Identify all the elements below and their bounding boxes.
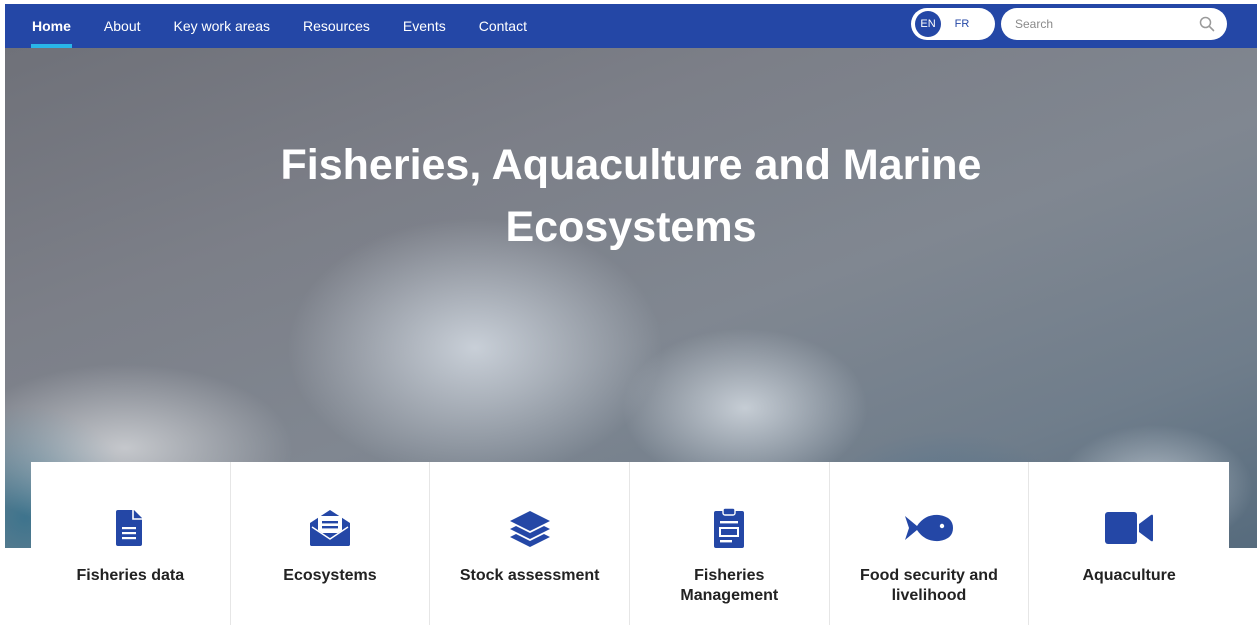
video-camera-icon [1105,506,1154,550]
language-option-en[interactable]: EN [915,11,941,37]
card-label: Aquaculture [1082,567,1176,584]
hero-title-line-1: Fisheries, Aquaculture and Marine [280,141,982,189]
card-fisheries-management[interactable]: Fisheries Management [630,462,830,625]
card-label: Ecosystems [283,567,377,584]
layers-icon [506,506,554,550]
nav-item-key-work-areas[interactable]: Key work areas [174,4,270,48]
envelope-open-icon [306,506,354,550]
nav-item-resources[interactable]: Resources [303,4,370,48]
hero-title-line-2: Ecosystems [505,203,757,251]
card-label: Stock assessment [459,567,600,584]
key-work-areas-cards: Fisheries data Ecosystems Stock assessme… [31,462,1229,625]
nav-item-contact[interactable]: Contact [479,4,527,48]
card-stock-assessment[interactable]: Stock assessment [430,462,630,625]
fish-icon [904,506,953,550]
hero-title: Fisheries, Aquaculture and Marine Ecosys… [5,134,1257,258]
main-nav: Home About Key work areas Resources Even… [5,4,560,48]
language-switcher: EN FR [911,8,995,40]
language-option-fr[interactable]: FR [949,11,975,37]
card-aquaculture[interactable]: Aquaculture [1029,462,1229,625]
document-icon [106,506,154,550]
search-box [1001,8,1227,40]
card-fisheries-data[interactable]: Fisheries data [31,462,231,625]
card-ecosystems[interactable]: Ecosystems [231,462,431,625]
card-label: Fisheries Management [680,567,779,604]
card-label: Fisheries data [76,567,185,584]
nav-item-events[interactable]: Events [403,4,446,48]
card-label: Food security and livelihood [860,567,998,604]
card-food-security-and-livelihood[interactable]: Food security and livelihood [830,462,1030,625]
nav-item-about[interactable]: About [104,4,141,48]
nav-item-home[interactable]: Home [31,4,72,48]
clipboard-icon [705,506,753,550]
top-navigation-bar: Home About Key work areas Resources Even… [5,4,1257,48]
search-icon[interactable] [1199,16,1215,32]
search-input[interactable] [1001,8,1181,40]
